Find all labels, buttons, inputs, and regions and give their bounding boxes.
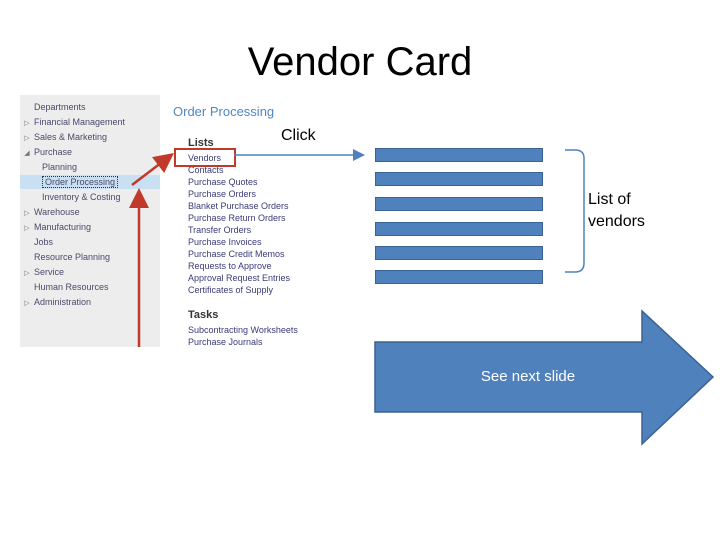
vendor-list-row (375, 197, 543, 211)
list-brace (565, 149, 585, 273)
vendor-list-row (375, 222, 543, 236)
annotation-overlay (129, 149, 715, 446)
vendor-list-row (375, 148, 543, 162)
red-arrow-to-vendors (131, 152, 174, 186)
see-next-slide-label: See next slide (480, 368, 576, 385)
vendor-list-row (375, 246, 543, 260)
click-label: Click (281, 127, 316, 144)
list-of-vendors-label: List of vendors (588, 191, 645, 230)
vendor-list-row (375, 172, 543, 186)
vendor-list-row (375, 270, 543, 284)
